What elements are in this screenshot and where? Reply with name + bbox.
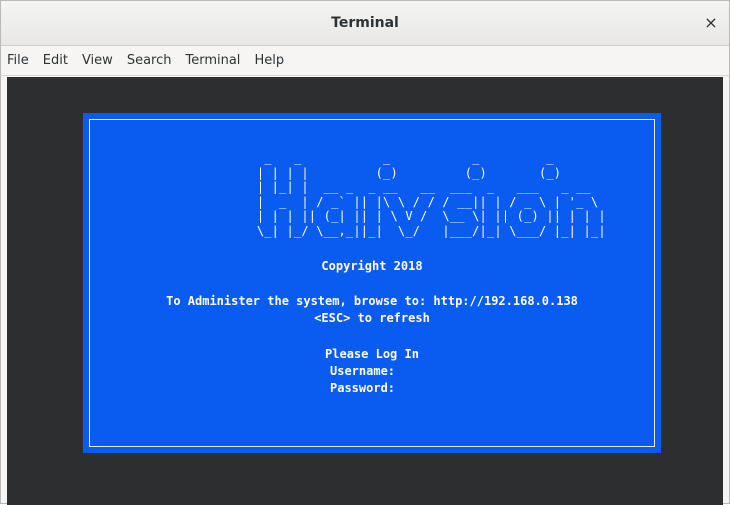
copyright-text: Copyright 2018	[321, 259, 423, 273]
close-icon[interactable]: ×	[701, 13, 721, 33]
menu-view[interactable]: View	[75, 53, 120, 68]
admin-url-text: To Administer the system, browse to: htt…	[166, 294, 578, 308]
menu-bar: File Edit View Search Terminal Help	[1, 46, 729, 76]
menu-help[interactable]: Help	[247, 53, 291, 68]
menu-search[interactable]: Search	[120, 53, 179, 68]
terminal-window: Terminal × File Edit View Search Termina…	[0, 0, 730, 505]
login-dialog: _ _ _ _ _ | | | | (_) (_) (_) | |_| | __…	[83, 113, 661, 453]
password-label[interactable]: Password:	[330, 381, 395, 395]
username-label[interactable]: Username:	[330, 364, 395, 378]
menu-edit[interactable]: Edit	[36, 53, 75, 68]
terminal-screen[interactable]: _ _ _ _ _ | | | | (_) (_) (_) | |_| | __…	[7, 77, 723, 505]
window-title: Terminal	[331, 15, 399, 31]
halvision-ascii-logo: _ _ _ _ _ | | | | (_) (_) (_) | |_| | __…	[256, 151, 606, 238]
login-prompt: Please Log In	[325, 347, 419, 361]
menu-terminal[interactable]: Terminal	[178, 53, 247, 68]
title-bar[interactable]: Terminal ×	[1, 1, 729, 46]
menu-file[interactable]: File	[1, 53, 36, 68]
refresh-hint-text: <ESC> to refresh	[314, 311, 430, 325]
